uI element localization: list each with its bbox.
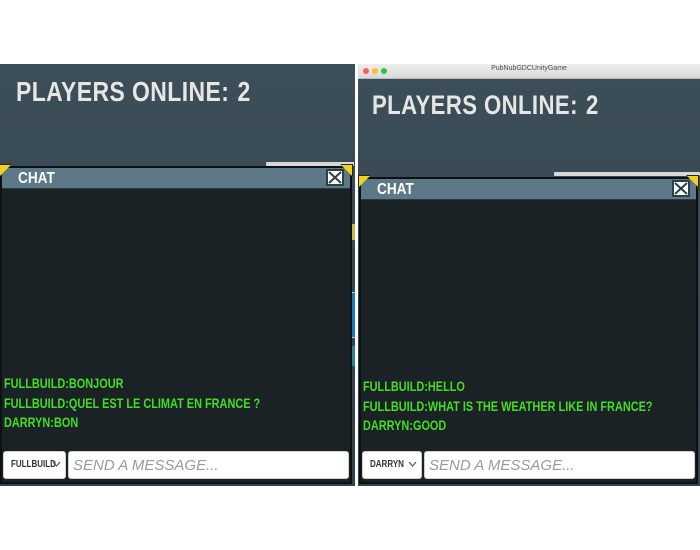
chat-message: DARRYN:BON — [4, 414, 79, 430]
chat-panel: CHAT FULLBUILD:HELLO FULLBUILD:WHAT IS T… — [359, 177, 698, 484]
chat-message: FULLBUILD:WHAT IS THE WEATHER LIKE IN FR… — [363, 397, 653, 414]
chat-message: FULLBUILD:BONJOUR — [4, 375, 124, 391]
chat-input-bar: DARRYN — [361, 450, 696, 482]
chat-message-list: FULLBUILD:BONJOUR FULLBUILD:QUEL EST LE … — [4, 374, 332, 433]
chat-title: CHAT — [377, 181, 414, 198]
chat-message: DARRYN:GOOD — [363, 417, 447, 433]
players-online-label: PLAYERS ONLINE: — [372, 90, 578, 120]
players-online-count: 2 — [237, 76, 251, 107]
message-input[interactable] — [68, 451, 349, 479]
left-game-window: PLAYERS ONLINE: 2 CHAT FULLBUILD:BONJOUR … — [0, 64, 355, 486]
right-game-window: PubNubGDCUnityGame PLAYERS ONLINE: 2 CHAT… — [358, 64, 700, 486]
chat-header: CHAT — [361, 179, 696, 200]
players-online-text: PLAYERS ONLINE: 2 — [16, 76, 251, 108]
message-input[interactable] — [424, 451, 695, 479]
chat-message: FULLBUILD:QUEL EST LE CLIMAT EN FRANCE ? — [4, 394, 261, 411]
chevron-down-icon — [52, 461, 61, 467]
players-online-label: PLAYERS ONLINE: — [16, 76, 230, 107]
window-title: PubNubGDCUnityGame — [491, 65, 567, 72]
chat-panel: CHAT FULLBUILD:BONJOUR FULLBUILD:QUEL ES… — [0, 166, 352, 484]
close-icon[interactable] — [326, 169, 344, 186]
window-titlebar: PubNubGDCUnityGame — [358, 64, 700, 79]
chat-title: CHAT — [18, 170, 55, 187]
user-select-dropdown[interactable]: DARRYN — [362, 451, 422, 479]
user-select-dropdown[interactable]: FULLBUILD — [3, 451, 66, 479]
user-select-value: DARRYN — [370, 459, 404, 470]
players-online-text: PLAYERS ONLINE: 2 — [372, 90, 599, 121]
chat-message-list: FULLBUILD:HELLO FULLBUILD:WHAT IS THE WE… — [363, 377, 700, 436]
chevron-down-icon — [408, 461, 417, 467]
background-panel-edge — [554, 172, 700, 176]
user-select-value: FULLBUILD — [11, 459, 56, 470]
chat-message: FULLBUILD:HELLO — [363, 378, 465, 394]
close-icon[interactable] — [672, 180, 690, 197]
players-online-count: 2 — [586, 90, 599, 120]
chat-input-bar: FULLBUILD — [2, 450, 350, 482]
chat-header: CHAT — [2, 168, 350, 189]
